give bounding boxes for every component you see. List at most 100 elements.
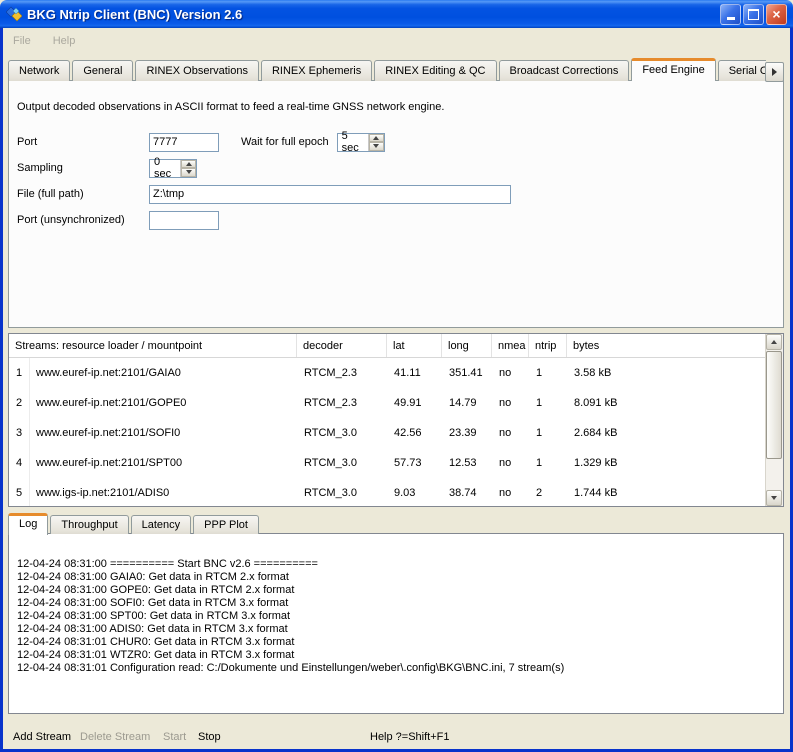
cell-nmea: no [493, 388, 530, 418]
cell-ntrip: 1 [530, 448, 568, 478]
row-number: 5 [9, 478, 30, 506]
cell-ntrip: 1 [530, 358, 568, 388]
maximize-icon [748, 9, 759, 20]
cell-lat: 49.91 [388, 388, 443, 418]
row-number: 4 [9, 448, 30, 478]
window-frame: File Help Network General RINEX Observat… [0, 28, 793, 752]
cell-decoder: RTCM_3.0 [298, 448, 388, 478]
row-number: 3 [9, 418, 30, 448]
cell-nmea: no [493, 358, 530, 388]
arrow-up-icon [373, 136, 379, 140]
streams-table-panel: Streams: resource loader / mountpoint de… [8, 333, 784, 507]
sampling-label: Sampling [17, 162, 149, 174]
table-row[interactable]: 5 www.igs-ip.net:2101/ADIS0 RTCM_3.0 9.0… [9, 478, 766, 506]
app-icon [6, 6, 22, 22]
action-bar: Add Stream Delete Stream Start Stop Help… [3, 728, 790, 748]
file-path-label: File (full path) [17, 188, 149, 200]
bottom-tab-bar: Log Throughput Latency PPP Plot [8, 512, 259, 534]
log-line: 12-04-24 08:31:00 SPT00: Get data in RTC… [17, 610, 777, 623]
sampling-spin-up[interactable] [181, 160, 196, 169]
menu-file[interactable]: File [11, 33, 33, 49]
add-stream-button[interactable]: Add Stream [13, 731, 71, 743]
tab-ppp-plot[interactable]: PPP Plot [193, 515, 259, 534]
tab-feed-engine[interactable]: Feed Engine [631, 58, 715, 81]
cell-mountpoint: www.euref-ip.net:2101/GAIA0 [30, 358, 298, 388]
cell-decoder: RTCM_2.3 [298, 358, 388, 388]
scrollbar-thumb[interactable] [766, 351, 782, 459]
wait-epoch-value: 5 sec [338, 134, 368, 151]
tab-log[interactable]: Log [8, 513, 48, 535]
row-number: 2 [9, 388, 30, 418]
chevron-right-icon [772, 68, 777, 76]
tab-broadcast-corrections[interactable]: Broadcast Corrections [499, 60, 630, 81]
header-bytes: bytes [567, 334, 766, 357]
row-number: 1 [9, 358, 30, 388]
menu-help[interactable]: Help [51, 33, 78, 49]
wait-epoch-spin-down[interactable] [369, 142, 384, 151]
cell-long: 23.39 [443, 418, 493, 448]
cell-mountpoint: www.igs-ip.net:2101/ADIS0 [30, 478, 298, 506]
tab-general[interactable]: General [72, 60, 133, 81]
close-button[interactable]: × [766, 4, 787, 25]
stop-button[interactable]: Stop [198, 731, 221, 743]
feed-engine-panel: Output decoded observations in ASCII for… [8, 80, 784, 328]
table-row[interactable]: 4 www.euref-ip.net:2101/SPT00 RTCM_3.0 5… [9, 448, 766, 478]
scrollbar-up-button[interactable] [766, 334, 782, 350]
tab-rinex-editing-qc[interactable]: RINEX Editing & QC [374, 60, 496, 81]
sampling-spin-down[interactable] [181, 168, 196, 177]
cell-decoder: RTCM_3.0 [298, 478, 388, 506]
cell-bytes: 1.744 kB [568, 478, 766, 506]
help-shortcut-label: Help ?=Shift+F1 [370, 731, 450, 743]
tab-serial-output[interactable]: Serial Ou [718, 60, 766, 81]
feed-engine-description: Output decoded observations in ASCII for… [17, 101, 773, 113]
maximize-button[interactable] [743, 4, 764, 25]
cell-long: 38.74 [443, 478, 493, 506]
cell-long: 14.79 [443, 388, 493, 418]
delete-stream-button[interactable]: Delete Stream [80, 731, 150, 743]
header-long: long [442, 334, 492, 357]
cell-mountpoint: www.euref-ip.net:2101/GOPE0 [30, 388, 298, 418]
header-mountpoint: Streams: resource loader / mountpoint [9, 334, 297, 357]
scrollbar-down-button[interactable] [766, 490, 782, 506]
cell-lat: 57.73 [388, 448, 443, 478]
log-line: 12-04-24 08:31:01 Configuration read: C:… [17, 662, 777, 675]
tab-latency[interactable]: Latency [131, 515, 192, 534]
table-scrollbar[interactable] [765, 334, 783, 506]
cell-long: 12.53 [443, 448, 493, 478]
cell-ntrip: 2 [530, 478, 568, 506]
file-path-input[interactable] [149, 185, 511, 204]
tab-network[interactable]: Network [8, 60, 70, 81]
sampling-value: 0 sec [150, 160, 180, 177]
sampling-spinner[interactable]: 0 sec [149, 159, 197, 178]
tab-rinex-observations[interactable]: RINEX Observations [135, 60, 258, 81]
cell-bytes: 3.58 kB [568, 358, 766, 388]
wait-epoch-spin-up[interactable] [369, 134, 384, 143]
table-row[interactable]: 2 www.euref-ip.net:2101/GOPE0 RTCM_2.3 4… [9, 388, 766, 418]
minimize-button[interactable] [720, 4, 741, 25]
cell-bytes: 1.329 kB [568, 448, 766, 478]
cell-mountpoint: www.euref-ip.net:2101/SPT00 [30, 448, 298, 478]
table-row[interactable]: 3 www.euref-ip.net:2101/SOFI0 RTCM_3.0 4… [9, 418, 766, 448]
start-button[interactable]: Start [163, 731, 186, 743]
cell-bytes: 8.091 kB [568, 388, 766, 418]
cell-nmea: no [493, 448, 530, 478]
tab-throughput[interactable]: Throughput [50, 515, 128, 534]
window-title: BKG Ntrip Client (BNC) Version 2.6 [27, 7, 715, 22]
log-line: 12-04-24 08:31:01 CHUR0: Get data in RTC… [17, 636, 777, 649]
streams-table-header: Streams: resource loader / mountpoint de… [9, 334, 766, 358]
port-input[interactable] [149, 133, 219, 152]
tab-rinex-ephemeris[interactable]: RINEX Ephemeris [261, 60, 372, 81]
arrow-down-icon [771, 496, 777, 500]
title-bar[interactable]: BKG Ntrip Client (BNC) Version 2.6 × [0, 0, 793, 28]
tab-scroll-right-button[interactable] [765, 62, 784, 82]
header-nmea: nmea [492, 334, 529, 357]
cell-nmea: no [493, 478, 530, 506]
minimize-icon [727, 17, 735, 20]
cell-bytes: 2.684 kB [568, 418, 766, 448]
wait-epoch-spinner[interactable]: 5 sec [337, 133, 385, 152]
cell-nmea: no [493, 418, 530, 448]
port-unsync-input[interactable] [149, 211, 219, 230]
cell-lat: 9.03 [388, 478, 443, 506]
cell-ntrip: 1 [530, 418, 568, 448]
table-row[interactable]: 1 www.euref-ip.net:2101/GAIA0 RTCM_2.3 4… [9, 358, 766, 388]
